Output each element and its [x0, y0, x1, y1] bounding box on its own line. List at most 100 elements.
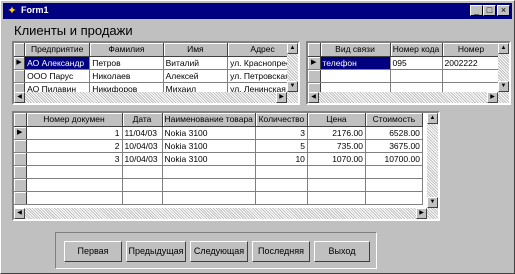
- table-cell[interactable]: [307, 191, 366, 205]
- minimize-button[interactable]: _: [470, 5, 483, 16]
- table-cell[interactable]: [122, 191, 163, 205]
- row-indicator: [14, 191, 27, 205]
- clients-grid[interactable]: Предприятие Фамилия Имя Адрес ▶ АО Алекс…: [12, 41, 300, 105]
- scroll-up-icon[interactable]: ▲: [287, 43, 298, 54]
- column-header[interactable]: Номер кода: [390, 43, 443, 57]
- column-header[interactable]: Имя: [163, 43, 229, 57]
- next-button[interactable]: Следующая: [190, 241, 248, 262]
- table-cell[interactable]: [390, 69, 443, 83]
- title-bar[interactable]: ✦ Form1 _ □ ×: [3, 3, 512, 19]
- table-cell[interactable]: [365, 165, 423, 179]
- table-cell[interactable]: АО Александр: [24, 56, 91, 70]
- table-row[interactable]: ▶ АО Александр Петров Виталий ул. Красно…: [14, 56, 298, 70]
- table-cell[interactable]: Виталий: [163, 56, 229, 70]
- column-header[interactable]: Дата: [122, 113, 163, 127]
- column-header[interactable]: Наименование товара: [162, 113, 256, 127]
- scroll-left-icon[interactable]: ◀: [14, 208, 25, 219]
- table-cell[interactable]: [162, 191, 256, 205]
- sales-grid[interactable]: Номер докумен Дата Наименование товара К…: [12, 111, 440, 221]
- previous-button[interactable]: Предыдущая: [126, 241, 186, 262]
- column-header[interactable]: Стоимость: [365, 113, 423, 127]
- scroll-left-icon[interactable]: ◀: [14, 92, 25, 103]
- table-cell[interactable]: [26, 165, 123, 179]
- scroll-down-icon[interactable]: ▼: [427, 197, 438, 208]
- horizontal-scrollbar[interactable]: ◀ ▶: [308, 92, 509, 103]
- table-cell[interactable]: [162, 178, 256, 192]
- table-cell[interactable]: 5: [255, 139, 308, 153]
- vertical-scrollbar[interactable]: ▲ ▼: [287, 43, 298, 92]
- table-row[interactable]: ▶ 1 11/04/03 Nokia 3100 3 2176.00 6528.0…: [14, 126, 423, 140]
- table-cell[interactable]: 6528.00: [365, 126, 423, 140]
- last-button[interactable]: Последняя: [252, 241, 310, 262]
- column-header[interactable]: Фамилия: [89, 43, 164, 57]
- close-button[interactable]: ×: [497, 5, 510, 16]
- table-cell[interactable]: 735.00: [307, 139, 366, 153]
- scroll-down-icon[interactable]: ▼: [287, 81, 298, 92]
- maximize-button[interactable]: □: [483, 5, 496, 16]
- table-cell[interactable]: 095: [390, 56, 443, 70]
- column-header[interactable]: Цена: [307, 113, 366, 127]
- table-cell[interactable]: 1070.00: [307, 152, 366, 166]
- scroll-left-icon[interactable]: ◀: [308, 92, 319, 103]
- table-cell[interactable]: [365, 178, 423, 192]
- table-cell[interactable]: Николаев: [89, 69, 164, 83]
- table-cell[interactable]: [255, 165, 308, 179]
- table-cell[interactable]: Алексей: [163, 69, 229, 83]
- table-cell[interactable]: 3675.00: [365, 139, 423, 153]
- vertical-scrollbar[interactable]: ▲ ▼: [498, 43, 509, 92]
- table-cell[interactable]: [442, 69, 501, 83]
- table-cell[interactable]: телефон: [320, 56, 391, 70]
- table-cell[interactable]: 10700.00: [365, 152, 423, 166]
- form-window: ✦ Form1 _ □ × Клиенты и продажи Предприя…: [0, 0, 515, 274]
- table-cell[interactable]: 2002222: [442, 56, 501, 70]
- horizontal-scrollbar[interactable]: ◀ ▶: [14, 92, 298, 103]
- table-row[interactable]: 3 10/04/03 Nokia 3100 10 1070.00 10700.0…: [14, 152, 423, 166]
- horizontal-scrollbar[interactable]: ◀ ▶: [14, 208, 438, 219]
- table-cell[interactable]: [26, 191, 123, 205]
- table-cell[interactable]: [122, 165, 163, 179]
- table-row[interactable]: 2 10/04/03 Nokia 3100 5 735.00 3675.00: [14, 139, 423, 153]
- scroll-right-icon[interactable]: ▶: [276, 92, 287, 103]
- table-cell[interactable]: [307, 178, 366, 192]
- table-cell[interactable]: 10/04/03: [122, 152, 163, 166]
- scroll-right-icon[interactable]: ▶: [416, 208, 427, 219]
- table-cell[interactable]: 10: [255, 152, 308, 166]
- form-icon: ✦: [7, 5, 17, 17]
- section-title: Клиенты и продажи: [14, 23, 133, 38]
- table-cell[interactable]: [307, 165, 366, 179]
- table-cell[interactable]: Петров: [89, 56, 164, 70]
- table-cell[interactable]: Nokia 3100: [162, 139, 256, 153]
- table-cell[interactable]: 2: [26, 139, 123, 153]
- exit-button[interactable]: Выход: [314, 241, 370, 262]
- table-cell[interactable]: [255, 191, 308, 205]
- table-cell[interactable]: 2176.00: [307, 126, 366, 140]
- first-button[interactable]: Первая: [64, 241, 122, 262]
- column-header[interactable]: Предприятие: [24, 43, 91, 57]
- table-row[interactable]: ▶ телефон 095 2002222: [308, 56, 501, 70]
- table-cell[interactable]: [122, 178, 163, 192]
- column-header[interactable]: Количество: [255, 113, 308, 127]
- column-header[interactable]: Номер докумен: [26, 113, 123, 127]
- table-cell[interactable]: 1: [26, 126, 123, 140]
- table-row[interactable]: ООО Парус Николаев Алексей ул. Петровска…: [14, 69, 298, 83]
- table-cell[interactable]: 10/04/03: [122, 139, 163, 153]
- column-header[interactable]: Вид связи: [320, 43, 391, 57]
- table-cell[interactable]: Nokia 3100: [162, 126, 256, 140]
- table-cell[interactable]: ООО Парус: [24, 69, 91, 83]
- vertical-scrollbar[interactable]: ▲ ▼: [427, 113, 438, 208]
- phones-grid[interactable]: Вид связи Номер кода Номер ▶ телефон 095…: [306, 41, 511, 105]
- table-cell[interactable]: [26, 178, 123, 192]
- column-header[interactable]: Номер: [442, 43, 501, 57]
- scroll-up-icon[interactable]: ▲: [427, 113, 438, 124]
- table-cell[interactable]: [255, 178, 308, 192]
- table-cell[interactable]: Nokia 3100: [162, 152, 256, 166]
- scroll-up-icon[interactable]: ▲: [498, 43, 509, 54]
- table-cell[interactable]: [162, 165, 256, 179]
- scroll-down-icon[interactable]: ▼: [498, 81, 509, 92]
- scroll-right-icon[interactable]: ▶: [487, 92, 498, 103]
- table-cell[interactable]: 3: [26, 152, 123, 166]
- table-cell[interactable]: [320, 69, 391, 83]
- table-cell[interactable]: 3: [255, 126, 308, 140]
- table-cell[interactable]: 11/04/03: [122, 126, 163, 140]
- table-cell[interactable]: [365, 191, 423, 205]
